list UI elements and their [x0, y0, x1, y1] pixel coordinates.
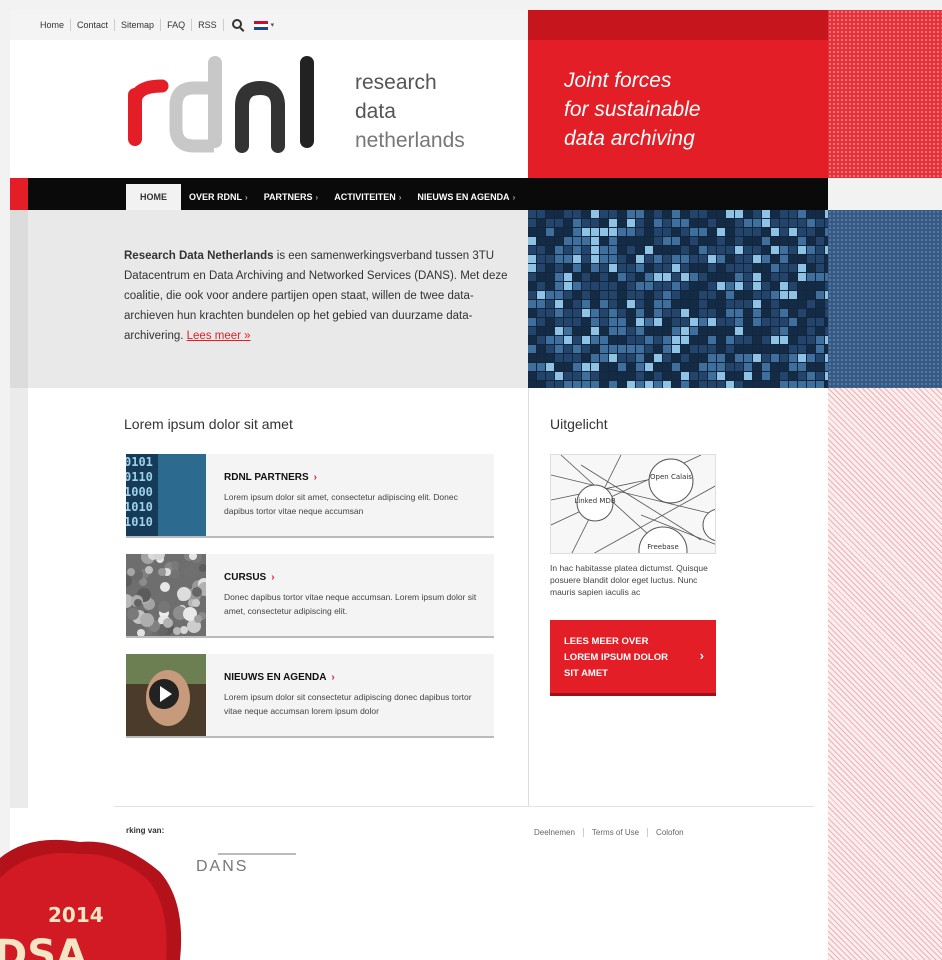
seal-text: DSA: [0, 932, 87, 960]
search-icon[interactable]: [231, 19, 242, 29]
footer-link-terms[interactable]: Terms of Use: [584, 828, 649, 837]
featured-text: In hac habitasse platea dictumst. Quisqu…: [550, 563, 708, 597]
nav-item-home[interactable]: HOME: [126, 184, 181, 210]
chevron-right-icon: ›: [331, 672, 335, 683]
dsa-seal-badge: 2014 DSA: [0, 832, 190, 960]
util-link-faq[interactable]: FAQ: [161, 19, 193, 31]
card-cursus[interactable]: CURSUS › Donec dapibus tortor vitae neque…: [126, 554, 494, 638]
featured-diagram-image[interactable]: Open Calais Linked MDB Freebase: [550, 454, 716, 554]
util-link-sitemap[interactable]: Sitemap: [115, 19, 162, 31]
intro-section: Research Data Netherlands is een samenwe…: [10, 210, 528, 388]
language-flag-icon[interactable]: [253, 20, 268, 30]
intro-text: Research Data Netherlands is een samenwe…: [124, 250, 508, 342]
svg-text:1010: 1010: [126, 500, 153, 514]
chevron-right-icon: ›: [699, 648, 704, 663]
card-title: NIEUWS EN AGENDA: [224, 672, 327, 683]
seal-year: 2014: [48, 903, 104, 927]
card-image-binary: 0101 0110 1000 1010 1010: [126, 454, 206, 536]
card-body: Lorem ipsum dolor sit amet, consectetur …: [224, 492, 458, 516]
util-link-rss[interactable]: RSS: [192, 19, 224, 31]
nav-item-partners[interactable]: PARTNERS ›: [256, 184, 327, 210]
hero-mosaic-image: [528, 210, 828, 388]
chevron-right-icon: ›: [313, 472, 317, 483]
util-link-home[interactable]: Home: [34, 19, 72, 31]
chevron-right-icon: ›: [271, 572, 275, 583]
nav-item-over-rdnl[interactable]: OVER RDNL ›: [181, 184, 256, 210]
svg-text:Open Calais: Open Calais: [650, 473, 692, 481]
decorative-pattern-hatch: [828, 388, 942, 960]
read-more-cta-button[interactable]: LEES MEER OVER LOREM IPSUM DOLOR SIT AME…: [550, 620, 716, 696]
sidebar-title: Uitgelicht: [550, 416, 608, 432]
partner-logo-dans[interactable]: DANS: [196, 858, 248, 876]
card-body: Lorem ipsum dolor sit consectetur adipis…: [224, 692, 472, 716]
card-title: CURSUS: [224, 572, 267, 583]
footer-link-deelnemen[interactable]: Deelnemen: [526, 828, 584, 837]
svg-text:Freebase: Freebase: [647, 543, 679, 551]
nav-item-nieuws-en-agenda[interactable]: NIEUWS EN AGENDA ›: [409, 184, 523, 210]
read-more-link[interactable]: Lees meer »: [187, 330, 251, 342]
card-image-video: [126, 654, 206, 736]
card-body: Donec dapibus tortor vitae neque accumsa…: [224, 592, 477, 616]
page: Home Contact Sitemap FAQ RSS ▾ research …: [10, 10, 828, 960]
decorative-pattern-blue: [828, 210, 942, 388]
svg-text:0101: 0101: [126, 455, 153, 469]
tagline: Joint forces for sustainable data archiv…: [564, 69, 701, 150]
svg-text:1000: 1000: [126, 485, 153, 499]
nav-item-activiteiten[interactable]: ACTIVITEITEN ›: [326, 184, 409, 210]
logo-letter-n: [235, 80, 285, 153]
card-partners[interactable]: 0101 0110 1000 1010 1010 RDNL PARTNERS › Lore…: [126, 454, 494, 538]
tagline-banner: Joint forces for sustainable data archiv…: [528, 10, 828, 178]
logo-letter-l: [300, 56, 314, 148]
chevron-down-icon[interactable]: ▾: [271, 21, 275, 29]
rdnl-logo[interactable]: [122, 48, 332, 158]
svg-text:Linked MDB: Linked MDB: [574, 497, 615, 505]
main-nav: HOME OVER RDNL › PARTNERS › ACTIVITEITEN › …: [10, 178, 828, 210]
card-nieuws-en-agenda[interactable]: NIEUWS EN AGENDA › Lorem ipsum dolor sit …: [126, 654, 494, 738]
utility-bar: Home Contact Sitemap FAQ RSS ▾: [10, 10, 528, 40]
svg-text:0110: 0110: [126, 470, 153, 484]
logo-wordmark: research data netherlands: [355, 71, 465, 152]
decorative-pattern-red: [828, 10, 942, 178]
footer-links: Deelnemen Terms of Use Colofon: [526, 828, 692, 837]
svg-text:1010: 1010: [126, 515, 153, 529]
card-title: RDNL PARTNERS: [224, 472, 309, 483]
footer-link-colofon[interactable]: Colofon: [648, 828, 692, 837]
card-image-crowd: [126, 554, 206, 636]
main-section-title: Lorem ipsum dolor sit amet: [124, 416, 293, 432]
util-link-contact[interactable]: Contact: [71, 19, 116, 31]
